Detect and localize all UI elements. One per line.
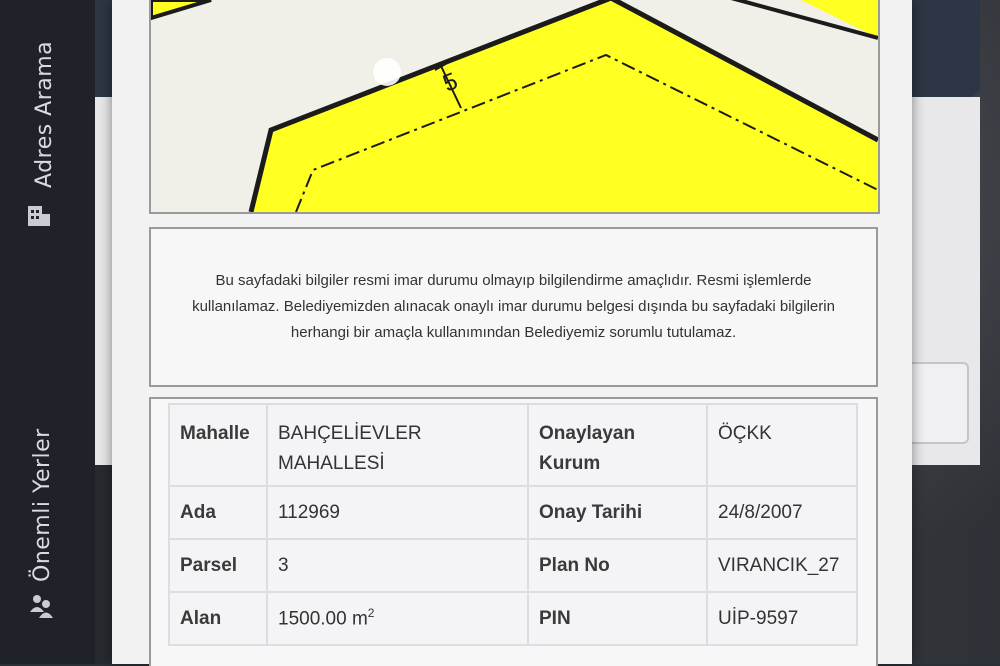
table-row: Alan 1500.00 m2 PIN UİP-9597 [168,591,858,646]
plan-no-label: Plan No [527,538,708,593]
building-icon [28,206,50,226]
onaylayan-kurum-value: ÖÇKK [706,403,858,487]
mahalle-value: BAHÇELİEVLER MAHALLESİ [266,403,529,487]
alan-value: 1500.00 m2 [266,591,529,646]
background-header [95,0,112,97]
disclaimer-box: Bu sayfadaki bilgiler resmi imar durumu … [149,227,878,387]
background-header [912,0,980,97]
alan-unit: m [351,608,368,630]
parsel-value: 3 [266,538,529,593]
ada-label: Ada [168,485,268,540]
table-row: Parsel 3 Plan No VIRANCIK_27 [168,538,858,593]
onay-tarihi-label: Onay Tarihi [527,485,708,540]
alan-unit-exponent: 2 [367,606,375,621]
parcel-info-section: Mahalle BAHÇELİEVLER MAHALLESİ Onaylayan… [149,397,878,666]
parcel-info-modal: 5 Bu sayfadaki bilgiler resmi imar durum… [112,0,912,666]
alan-label: Alan [168,591,268,646]
tab-adres-arama[interactable]: Adres Arama [0,0,95,240]
table-row: Mahalle BAHÇELİEVLER MAHALLESİ Onaylayan… [168,403,858,487]
disclaimer-text: Bu sayfadaki bilgiler resmi imar durumu … [192,272,835,341]
tab-onemli-yerler[interactable]: Önemli Yerler [0,380,95,664]
plan-no-value: VIRANCIK_27 [706,538,858,593]
plan-drawing: 5 [151,0,878,212]
parcel-info-table: Mahalle BAHÇELİEVLER MAHALLESİ Onaylayan… [168,403,858,646]
ada-value: 112969 [266,485,529,540]
people-icon [30,595,53,618]
zoning-plan-map[interactable]: 5 [149,0,880,214]
onay-tarihi-value: 24/8/2007 [706,485,858,540]
sidebar: Adres Arama Önemli Yerler [0,0,95,664]
background-input [912,362,969,444]
table-row: Ada 112969 Onay Tarihi 24/8/2007 [168,485,858,540]
mahalle-label: Mahalle [168,403,268,487]
alan-number: 1500.00 [278,608,347,630]
pin-value: UİP-9597 [706,591,858,646]
onaylayan-kurum-label: Onaylayan Kurum [527,403,708,487]
tab-adres-arama-label: Adres Arama [32,40,57,188]
tab-onemli-yerler-label: Önemli Yerler [30,428,55,582]
pin-label: PIN [527,591,708,646]
parsel-label: Parsel [168,538,268,593]
